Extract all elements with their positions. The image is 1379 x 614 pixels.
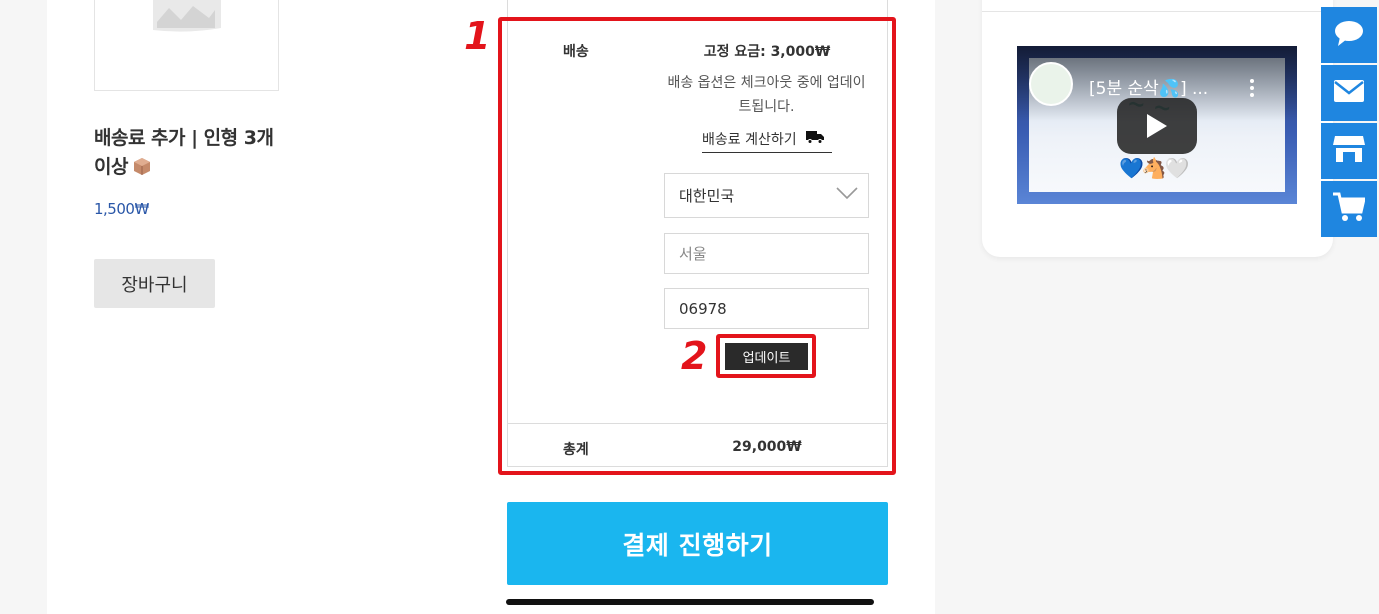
annotation-box-1 [498,17,896,475]
product-title[interactable]: 배송료 추가 | 인형 3개 이상 [94,124,294,185]
channel-avatar[interactable] [1029,62,1073,106]
widget-divider [982,11,1333,12]
cart-button[interactable] [1321,181,1377,237]
product-thumbnail[interactable] [94,0,279,91]
product-image-icon [153,0,221,32]
play-icon [1147,114,1167,138]
chat-icon [1334,19,1364,51]
play-button[interactable] [1117,98,1197,154]
add-to-cart-button[interactable]: 장바구니 [94,259,215,308]
annotation-box-2 [716,334,816,378]
video-embed[interactable]: ~ ~ [5분 순삭💦] ... 💙🐴🤍 [1017,46,1297,204]
annotation-marker-2: 2 [681,334,708,378]
package-icon [132,156,152,185]
annotation-marker-1: 1 [464,14,491,58]
store-icon [1333,134,1365,168]
product-price: 1,500₩ [94,200,149,218]
proceed-to-checkout-button[interactable]: 결제 진행하기 [507,502,888,585]
email-button[interactable] [1321,65,1377,121]
cart-icon [1333,192,1366,226]
store-button[interactable] [1321,123,1377,179]
chat-button[interactable] [1321,7,1377,63]
home-indicator [506,599,874,605]
video-title[interactable]: [5분 순삭💦] ... [1089,74,1208,99]
video-emoji-caption: 💙🐴🤍 [1119,156,1190,180]
more-options-icon[interactable] [1249,78,1255,102]
floating-side-bar [1321,7,1377,239]
mail-icon [1334,80,1364,106]
